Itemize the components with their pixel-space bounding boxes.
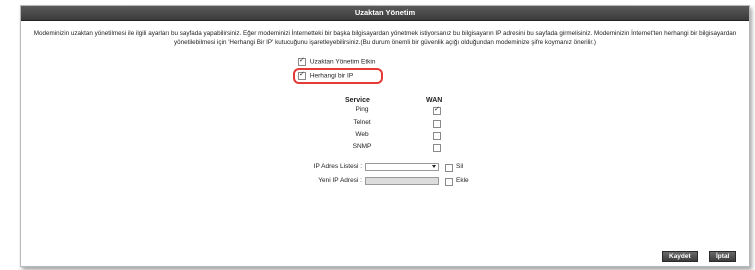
new-ip-label: Yeni IP Adresi : [318, 177, 362, 184]
new-ip-input[interactable] [365, 177, 439, 185]
window-title: Uzaktan Yönetim [21, 6, 749, 21]
add-label: Ekle [456, 177, 469, 184]
ip-list-select[interactable] [365, 163, 439, 171]
chevron-down-icon [432, 165, 436, 168]
remote-enable-label: Uzaktan Yönetim Etkin [309, 58, 376, 66]
wan-checkbox-snmp[interactable] [433, 144, 441, 152]
service-name-web: Web [355, 131, 369, 138]
cancel-button[interactable]: İptal [709, 251, 737, 262]
service-name-snmp: SNMP [352, 143, 372, 150]
service-header: Service [345, 97, 370, 104]
remote-enable-row: Uzaktan Yönetim Etkin [298, 56, 376, 67]
delete-label: Sil [456, 163, 464, 170]
save-button[interactable]: Kaydet [662, 251, 698, 262]
remote-enable-checkbox[interactable] [298, 56, 306, 66]
wan-header: WAN [426, 97, 443, 104]
wan-checkbox-ping[interactable] [433, 105, 441, 115]
wan-checkbox-telnet[interactable] [433, 120, 441, 128]
service-name-ping: Ping [355, 106, 369, 113]
page-description: Modeminizin uzaktan yönetilmesi ile ilgi… [33, 30, 737, 46]
wan-checkbox-web[interactable] [433, 132, 441, 140]
highlight-annotation [293, 68, 383, 84]
ip-list-label: IP Adres Listesi : [313, 163, 362, 170]
service-name-telnet: Telnet [353, 119, 371, 126]
remote-management-panel: Uzaktan Yönetim Modeminizin uzaktan yöne… [20, 5, 750, 267]
delete-checkbox[interactable] [445, 164, 453, 172]
add-checkbox[interactable] [445, 178, 453, 186]
